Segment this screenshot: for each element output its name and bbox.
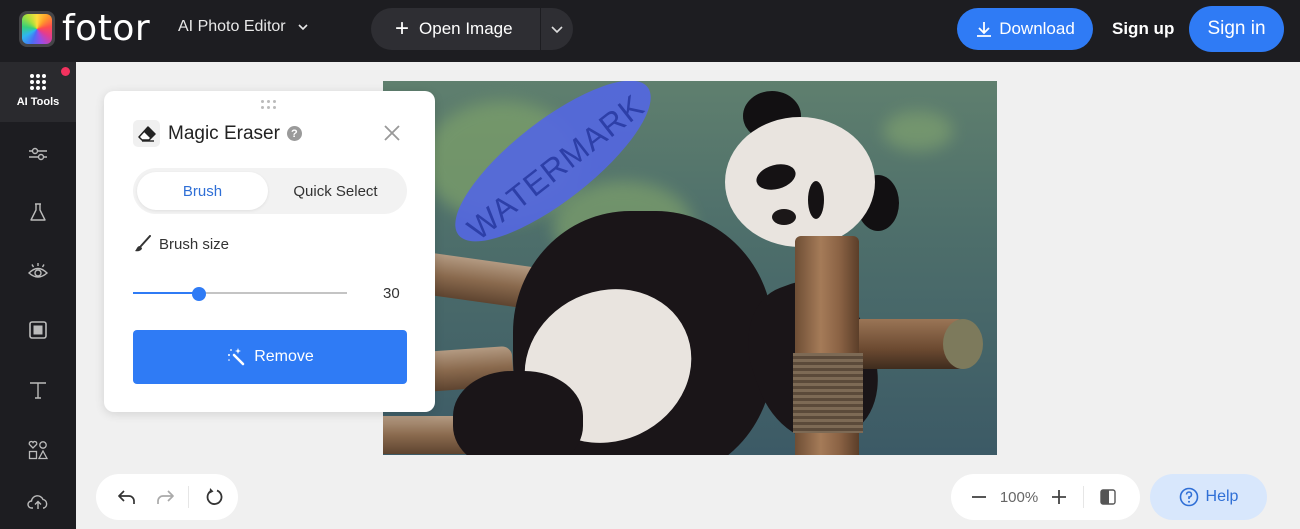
text-icon: [30, 382, 46, 399]
undo-icon: [118, 490, 135, 504]
sliders-icon: [29, 147, 47, 161]
product-menu-dropdown[interactable]: AI Photo Editor: [178, 18, 308, 36]
slider-thumb[interactable]: [192, 287, 207, 301]
undo-button[interactable]: [114, 484, 140, 510]
sidebar-item-text[interactable]: [0, 368, 76, 412]
tab-quick-select[interactable]: Quick Select: [268, 172, 403, 210]
logo-icon: [19, 11, 55, 47]
canvas-image[interactable]: WATERMARK: [383, 81, 997, 455]
help-icon[interactable]: ?: [286, 126, 302, 141]
zoom-in-button[interactable]: [1049, 487, 1069, 507]
remove-button[interactable]: Remove: [133, 330, 407, 384]
rope-wrap: [793, 353, 863, 433]
chevron-down-icon: [298, 24, 308, 31]
close-icon[interactable]: [383, 124, 401, 142]
brush-size-value: 30: [383, 285, 400, 302]
logo-text: fotor: [62, 8, 151, 49]
question-circle-icon: [1179, 487, 1198, 507]
open-image-label: Open Image: [419, 19, 513, 38]
sign-in-button[interactable]: Sign in: [1189, 6, 1284, 52]
cloud-upload-icon: [27, 495, 48, 509]
mode-toggle: Brush Quick Select: [133, 168, 407, 214]
eraser-icon: [133, 120, 160, 147]
sidebar-item-effects[interactable]: [0, 190, 76, 234]
paintbrush-icon: [135, 235, 151, 252]
grid-dots-icon: [30, 74, 46, 90]
divider: [188, 486, 189, 508]
chevron-down-icon: [551, 26, 563, 34]
brush-size-slider[interactable]: [133, 287, 347, 301]
tab-brush[interactable]: Brush: [137, 172, 268, 210]
redo-button[interactable]: [152, 484, 178, 510]
download-label: Download: [999, 19, 1075, 38]
download-button[interactable]: Download: [957, 8, 1093, 50]
shapes-icon: [28, 440, 48, 460]
panel-header: Magic Eraser ?: [133, 120, 302, 147]
magic-eraser-panel: Magic Eraser ? Brush Quick Select Brush …: [104, 91, 435, 412]
zoom-level: 100%: [999, 488, 1039, 506]
help-button[interactable]: Help: [1150, 474, 1267, 520]
panda-nose: [772, 209, 796, 225]
brush-size-label: Brush size: [159, 235, 230, 253]
sign-up-link[interactable]: Sign up: [1112, 19, 1174, 39]
panda-head: [725, 117, 875, 247]
sidebar-item-adjust[interactable]: [0, 132, 76, 176]
reset-icon: [206, 488, 223, 505]
zoom-controls: 100%: [951, 474, 1140, 520]
plus-icon: [1052, 490, 1066, 504]
compare-icon: [1100, 489, 1116, 505]
history-controls: [96, 474, 238, 520]
log-end: [943, 319, 983, 369]
zoom-out-button[interactable]: [969, 487, 989, 507]
sidebar-item-label: AI Tools: [16, 96, 60, 108]
divider: [1083, 486, 1084, 508]
left-sidebar: AI Tools: [0, 62, 76, 529]
brush-size-header: Brush size: [133, 235, 229, 253]
fotor-logo[interactable]: fotor: [19, 11, 150, 47]
frame-icon: [29, 321, 47, 339]
open-image-button[interactable]: + Open Image: [371, 8, 540, 50]
sidebar-item-beauty[interactable]: [0, 249, 76, 293]
eye-icon: [27, 263, 49, 278]
reset-button[interactable]: [201, 484, 227, 510]
top-bar: fotor AI Photo Editor + Open Image Downl…: [0, 0, 1300, 62]
download-icon: [977, 22, 992, 37]
sidebar-item-elements[interactable]: [0, 428, 76, 472]
flask-icon: [30, 203, 46, 221]
remove-label: Remove: [254, 348, 314, 365]
panel-title: Magic Eraser: [168, 122, 280, 144]
plus-icon: +: [395, 15, 410, 42]
help-label: Help: [1205, 488, 1239, 505]
panda-eye-patch: [808, 181, 824, 219]
background-foliage: [883, 111, 953, 151]
compare-button[interactable]: [1098, 487, 1118, 507]
sidebar-item-uploads[interactable]: [0, 480, 76, 524]
open-image-dropdown-button[interactable]: [541, 8, 573, 50]
product-menu-label: AI Photo Editor: [178, 18, 286, 35]
slider-fill: [133, 292, 200, 294]
drag-handle[interactable]: [261, 100, 276, 109]
open-image-group: + Open Image: [371, 8, 573, 50]
panda-leg: [453, 371, 583, 455]
notification-dot: [61, 67, 70, 76]
magic-wand-icon: [228, 348, 245, 366]
minus-icon: [972, 496, 986, 498]
sidebar-item-frames[interactable]: [0, 308, 76, 352]
redo-icon: [157, 490, 174, 504]
